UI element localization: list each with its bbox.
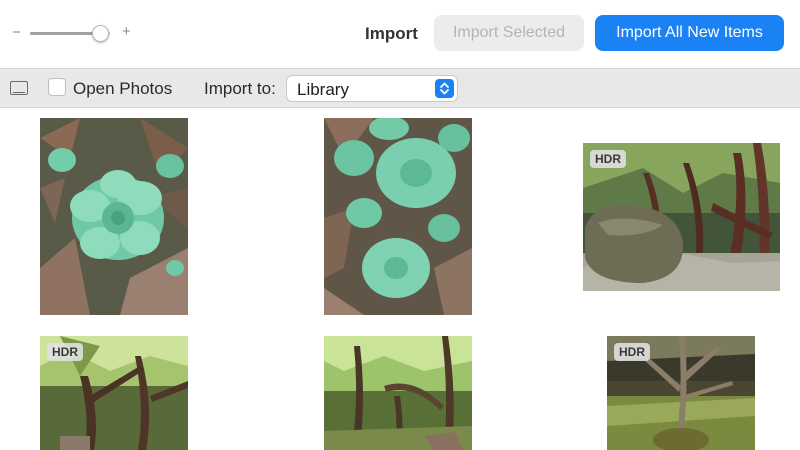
import-destination-value: Library (297, 80, 349, 99)
chevron-up-down-icon (435, 79, 454, 98)
zoom-out-icon[interactable]: − (12, 24, 21, 41)
import-destination-select[interactable]: Library (286, 75, 458, 102)
hdr-badge: HDR (614, 343, 650, 361)
zoom-slider-fill (30, 32, 101, 35)
import-title: Import (365, 24, 418, 43)
zoom-in-icon[interactable]: + (122, 23, 131, 40)
open-photos-checkbox[interactable] (48, 78, 66, 96)
import-options-bar: Open Photos Import to: Library (0, 68, 800, 108)
import-toolbar: − + Import Import Selected Import All Ne… (0, 0, 800, 68)
photo-thumbnail[interactable] (40, 118, 188, 315)
hdr-badge: HDR (47, 343, 83, 361)
zoom-slider-knob[interactable] (91, 25, 109, 42)
device-icon[interactable] (10, 81, 28, 95)
import-all-new-items-button[interactable]: Import All New Items (595, 15, 784, 51)
photo-thumbnail[interactable] (324, 336, 472, 450)
import-to-label: Import to: (204, 79, 276, 98)
import-selected-button[interactable]: Import Selected (434, 15, 584, 51)
hdr-badge: HDR (590, 150, 626, 168)
photo-thumbnail[interactable]: HDR (40, 336, 188, 450)
photo-thumbnail[interactable] (324, 118, 472, 315)
open-photos-label[interactable]: Open Photos (73, 79, 172, 99)
photo-thumbnail[interactable]: HDR (607, 336, 755, 450)
photo-thumbnail[interactable]: HDR (583, 143, 780, 291)
